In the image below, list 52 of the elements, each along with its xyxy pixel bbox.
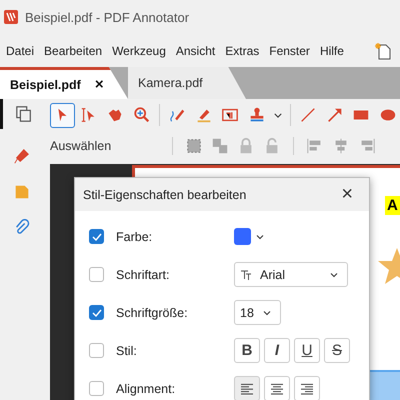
pin-icon[interactable]: [13, 147, 31, 165]
color-swatch[interactable]: [234, 228, 251, 245]
size-dropdown[interactable]: 18: [234, 300, 281, 325]
text-box-icon: [221, 106, 240, 124]
font-style-button[interactable]: S: [324, 338, 350, 363]
checkbox[interactable]: [89, 343, 104, 358]
close-button[interactable]: ×: [337, 183, 357, 206]
highlighted-text: A: [385, 196, 400, 215]
chevron-down-icon: [274, 112, 282, 118]
option-label: Stil:: [116, 344, 138, 358]
font-style-button[interactable]: B: [234, 338, 260, 363]
paperclip-icon[interactable]: [13, 219, 31, 237]
option-label: Farbe:: [116, 230, 154, 244]
pages-icon[interactable]: [14, 105, 32, 123]
align-right-icon: [300, 382, 314, 396]
group-icon: [185, 137, 203, 155]
ungroup-icon: [211, 137, 229, 155]
stamp-icon: [248, 106, 266, 124]
align-left-icon: [240, 382, 254, 396]
font-icon: [240, 268, 252, 280]
menu-item[interactable]: Werkzeug: [112, 44, 166, 58]
checkbox[interactable]: [89, 267, 104, 282]
zoom-in-icon: [132, 106, 151, 124]
menu-item[interactable]: Extras: [225, 44, 260, 58]
menu-item[interactable]: Fenster: [269, 44, 310, 58]
menu-item[interactable]: Ansicht: [176, 44, 216, 58]
menu-item[interactable]: Datei: [6, 44, 34, 58]
app-logo-icon: [4, 10, 18, 24]
document-tab[interactable]: Beispiel.pdf ×: [0, 67, 128, 99]
font-dropdown[interactable]: Arial: [234, 262, 348, 287]
line-icon: [299, 106, 318, 124]
checkbox[interactable]: [89, 305, 104, 320]
align-center-icon: [270, 382, 284, 396]
option-label: Schriftart:: [116, 268, 170, 282]
font-style-button[interactable]: I: [264, 338, 290, 363]
tool-name-label: Auswählen: [50, 139, 112, 153]
text-align-button[interactable]: [294, 376, 320, 400]
font-style-button[interactable]: U: [294, 338, 320, 363]
text-align-button[interactable]: [234, 376, 260, 400]
dialog-title: Stil-Eigenschaften bearbeiten: [83, 188, 246, 202]
option-label: Schriftgröße:: [116, 306, 189, 320]
checkbox[interactable]: [89, 381, 104, 396]
checkbox[interactable]: [89, 229, 104, 244]
option-label: Alignment:: [116, 382, 176, 396]
new-document-icon[interactable]: [374, 42, 392, 60]
arrow-icon: [326, 106, 344, 124]
menu-item[interactable]: Bearbeiten: [44, 44, 102, 58]
menu-item[interactable]: Hilfe: [320, 44, 344, 58]
document-tab[interactable]: Kamera.pdf: [128, 67, 246, 99]
window-title: Beispiel.pdf - PDF Annotator: [25, 10, 190, 24]
text-align-button[interactable]: [264, 376, 290, 400]
tool-button[interactable]: [50, 102, 75, 128]
